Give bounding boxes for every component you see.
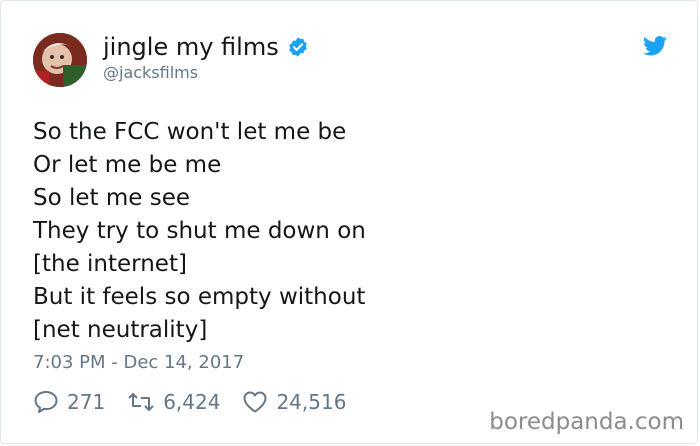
retweet-button[interactable]: 6,424 bbox=[127, 390, 220, 414]
tweet-actions: 271 6,424 24,516 bbox=[33, 390, 368, 414]
twitter-bird-icon[interactable] bbox=[643, 36, 667, 56]
reply-icon bbox=[34, 391, 58, 413]
tweet-line: So let me see bbox=[33, 185, 191, 211]
retweet-icon bbox=[128, 393, 154, 411]
avatar-image bbox=[33, 33, 87, 87]
tweet-line: [net neutrality] bbox=[33, 317, 208, 343]
reply-count: 271 bbox=[67, 390, 106, 414]
tweet-line: They try to shut me down on bbox=[33, 218, 366, 244]
verified-badge-icon bbox=[287, 36, 309, 58]
like-button[interactable]: 24,516 bbox=[242, 390, 346, 414]
tweet-line: [the internet] bbox=[33, 251, 187, 277]
tweet-line: But it feels so empty without bbox=[33, 284, 366, 310]
tweet-text: So the FCC won't let me be Or let me be … bbox=[33, 116, 673, 347]
tweet-line: Or let me be me bbox=[33, 152, 222, 178]
author-name-row[interactable]: jingle my films bbox=[103, 32, 309, 62]
heart-icon bbox=[243, 391, 267, 413]
display-name[interactable]: jingle my films bbox=[103, 32, 279, 62]
tweet-line: So the FCC won't let me be bbox=[33, 119, 347, 145]
retweet-count: 6,424 bbox=[163, 390, 221, 414]
user-handle[interactable]: @jacksfilms bbox=[103, 63, 198, 82]
tweet-timestamp[interactable]: 7:03 PM - Dec 14, 2017 bbox=[33, 352, 244, 373]
like-count: 24,516 bbox=[276, 390, 347, 414]
tweet-card: jingle my films @jacksfilms So the FCC w… bbox=[0, 0, 698, 444]
avatar[interactable] bbox=[33, 33, 87, 87]
reply-button[interactable]: 271 bbox=[33, 390, 105, 414]
watermark: boredpanda.com bbox=[489, 409, 684, 435]
